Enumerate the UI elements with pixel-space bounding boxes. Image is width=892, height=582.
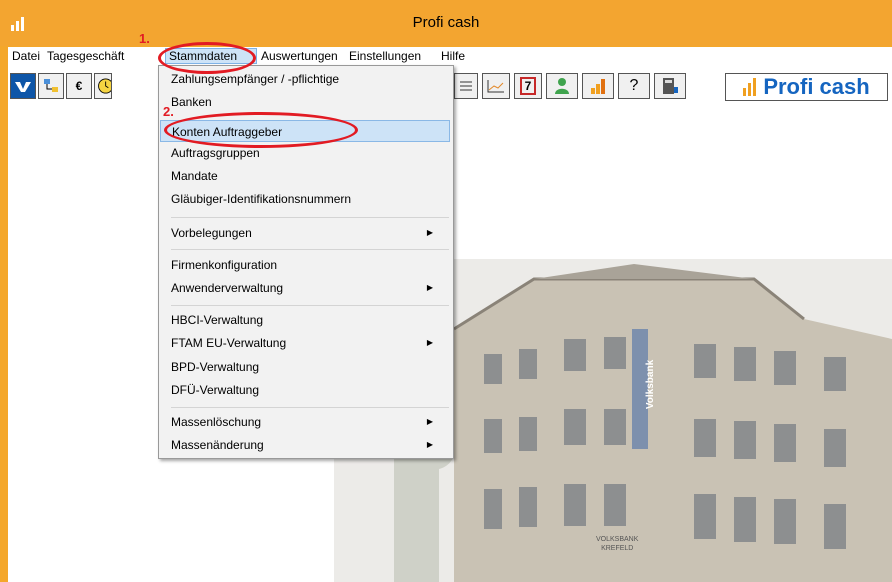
menu-datei[interactable]: Datei bbox=[12, 48, 40, 64]
list-button[interactable] bbox=[454, 73, 478, 99]
logo-text: Profi cash bbox=[763, 74, 870, 99]
user-button[interactable] bbox=[546, 73, 578, 99]
euro-icon: € bbox=[75, 79, 83, 93]
volksbank-icon bbox=[13, 78, 33, 94]
menu-hilfe[interactable]: Hilfe bbox=[441, 48, 465, 64]
annotation-ring-stammdaten bbox=[158, 42, 256, 74]
calculator-icon bbox=[663, 78, 678, 94]
window-title: Profi cash bbox=[412, 14, 480, 31]
menu-separator bbox=[171, 407, 449, 408]
menu-item-massenaenderung[interactable]: Massenänderung ▶ bbox=[171, 434, 441, 456]
org-chart-button[interactable] bbox=[38, 73, 64, 99]
menu-item-banken[interactable]: Banken bbox=[171, 91, 441, 113]
menu-item-label: Anwenderverwaltung bbox=[171, 281, 284, 295]
menu-item-ftam-eu-verwaltung[interactable]: FTAM EU-Verwaltung ▶ bbox=[171, 332, 441, 354]
calculator-button[interactable] bbox=[654, 73, 686, 99]
help-icon: ? bbox=[629, 77, 639, 94]
plaque: VOLKSBANK KREFELD bbox=[596, 535, 638, 553]
submenu-arrow-icon: ▶ bbox=[426, 228, 433, 237]
bar-chart-button[interactable] bbox=[582, 73, 614, 99]
logo-bars-icon bbox=[743, 78, 757, 96]
euro-button[interactable]: € bbox=[66, 73, 92, 99]
menu-tagesgeschaeft[interactable]: Tagesgeschäft bbox=[47, 48, 124, 64]
menu-item-label: Massenlöschung bbox=[171, 415, 262, 429]
menu-item-bpd-verwaltung[interactable]: BPD-Verwaltung bbox=[171, 356, 441, 378]
menu-item-label: FTAM EU-Verwaltung bbox=[171, 336, 287, 350]
menu-separator bbox=[171, 305, 449, 306]
menu-auswertungen[interactable]: Auswertungen bbox=[261, 48, 338, 64]
menu-item-vorbelegungen[interactable]: Vorbelegungen ▶ bbox=[171, 222, 441, 244]
plaque-line-2: KREFELD bbox=[601, 545, 634, 552]
calendar-button[interactable]: 7 bbox=[514, 73, 542, 99]
menu-item-glaeubiger-id[interactable]: Gläubiger-Identifikationsnummern bbox=[171, 188, 441, 210]
menu-item-mandate[interactable]: Mandate bbox=[171, 165, 441, 187]
menu-item-dfue-verwaltung[interactable]: DFÜ-Verwaltung bbox=[171, 379, 441, 401]
menu-separator bbox=[171, 249, 449, 250]
menu-item-anwenderverwaltung[interactable]: Anwenderverwaltung ▶ bbox=[171, 277, 441, 299]
volksbank-button[interactable] bbox=[10, 73, 36, 99]
help-button[interactable]: ? bbox=[618, 73, 650, 99]
menu-einstellungen[interactable]: Einstellungen bbox=[349, 48, 421, 64]
profi-cash-logo: Profi cash bbox=[725, 73, 888, 101]
bar-chart-icon bbox=[591, 79, 605, 94]
menu-separator bbox=[171, 217, 449, 218]
annotation-step-1: 1. bbox=[139, 31, 150, 46]
annotation-ring-konten bbox=[164, 112, 358, 148]
annotation-step-2: 2. bbox=[163, 104, 174, 119]
menu-item-hbci-verwaltung[interactable]: HBCI-Verwaltung bbox=[171, 309, 441, 331]
list-icon bbox=[460, 81, 472, 91]
plaque-line-1: VOLKSBANK bbox=[596, 536, 639, 543]
menu-item-firmenkonfiguration[interactable]: Firmenkonfiguration bbox=[171, 254, 441, 276]
calendar-icon: 7 bbox=[519, 77, 537, 95]
submenu-arrow-icon: ▶ bbox=[426, 440, 433, 449]
clock-button[interactable] bbox=[94, 73, 112, 99]
volksbank-sign: Volksbank bbox=[645, 359, 657, 410]
title-bar[interactable]: Profi cash bbox=[0, 0, 892, 46]
menu-bar: Datei Tagesgeschäft Stammdaten Auswertun… bbox=[8, 47, 892, 65]
org-chart-icon bbox=[44, 79, 58, 92]
menu-item-massenloeschung[interactable]: Massenlöschung ▶ bbox=[171, 411, 441, 433]
line-chart-icon bbox=[487, 80, 504, 93]
clock-icon bbox=[98, 78, 111, 94]
menu-item-label: Vorbelegungen bbox=[171, 226, 252, 240]
submenu-arrow-icon: ▶ bbox=[426, 338, 433, 347]
chart-button[interactable] bbox=[482, 73, 510, 99]
submenu-arrow-icon: ▶ bbox=[426, 283, 433, 292]
menu-item-label: Massenänderung bbox=[171, 438, 264, 452]
submenu-arrow-icon: ▶ bbox=[426, 417, 433, 426]
application-window: Profi cash Datei Tagesgeschäft Stammdate… bbox=[0, 0, 892, 582]
user-icon bbox=[555, 78, 569, 94]
